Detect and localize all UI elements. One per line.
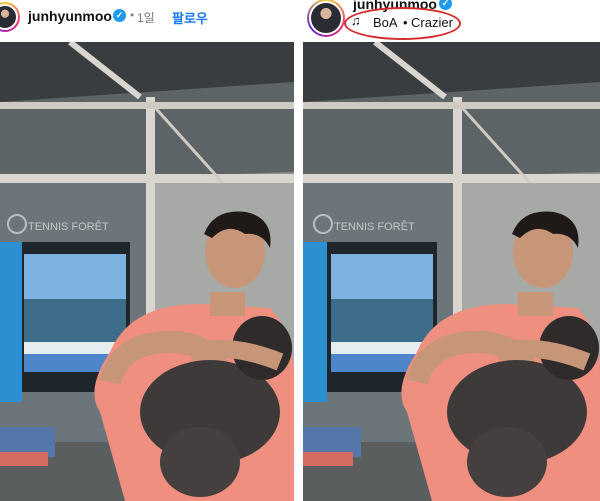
verified-badge-icon: ✓ <box>439 0 452 10</box>
follow-button[interactable]: 팔로우 <box>172 8 208 27</box>
separator-dot: • <box>130 8 135 22</box>
annotation-circle <box>344 7 461 40</box>
profile-avatar[interactable] <box>307 0 345 37</box>
photo-sign: TENNIS FORÊT <box>28 220 109 233</box>
post-header: junhyunmoo ✓ ♫ BoA • Crazier <box>303 0 600 42</box>
post-header: junhyunmoo ✓ • 1일 팔로우 <box>0 0 294 42</box>
photo-sign: TENNIS FORÊT <box>334 220 415 233</box>
profile-avatar[interactable] <box>0 2 20 32</box>
post-photo[interactable]: TENNIS FORÊT <box>303 42 600 501</box>
post-right: junhyunmoo ✓ ♫ BoA • Crazier TENNIS FORÊ… <box>303 0 600 501</box>
post-photo[interactable]: TENNIS FORÊT <box>0 42 294 501</box>
verified-badge-icon: ✓ <box>113 9 126 22</box>
username[interactable]: junhyunmoo <box>28 8 112 24</box>
post-time: 1일 <box>137 11 155 25</box>
post-left: junhyunmoo ✓ • 1일 팔로우 TENNIS FORÊT <box>0 0 294 501</box>
